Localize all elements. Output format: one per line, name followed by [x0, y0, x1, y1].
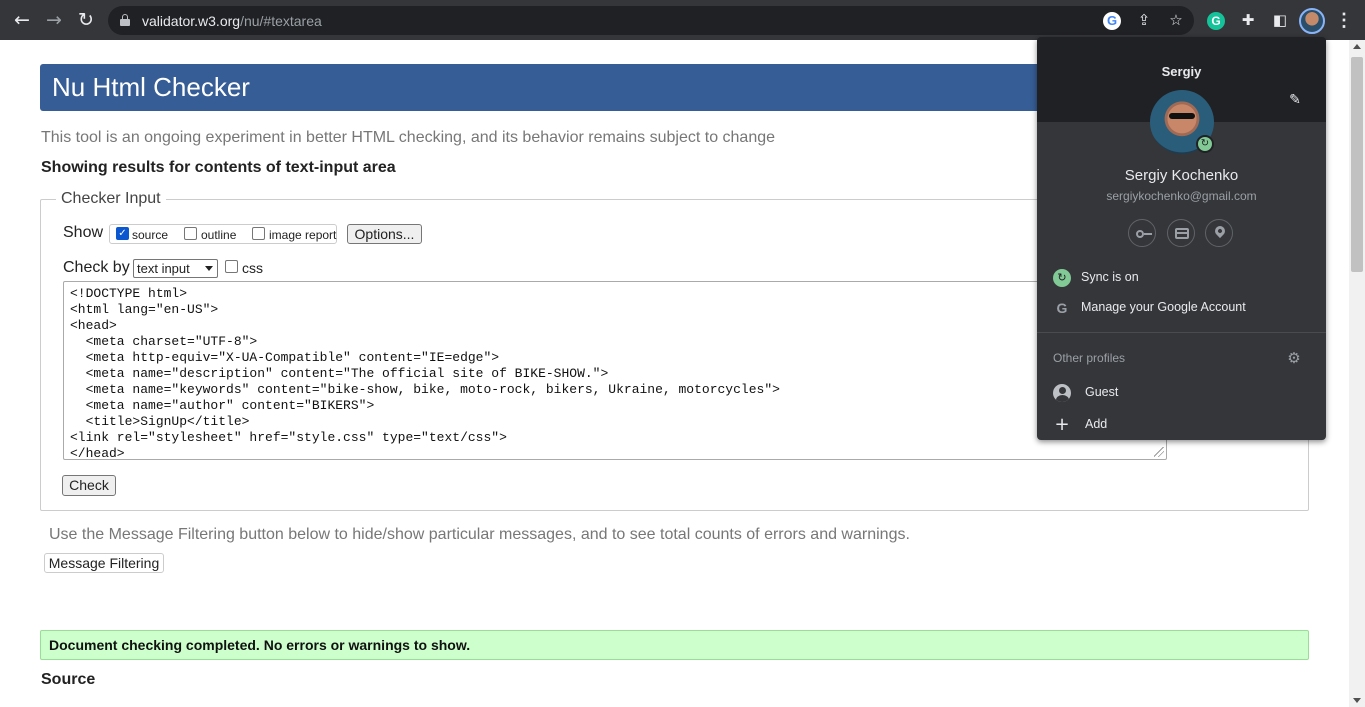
scroll-down-icon[interactable]	[1353, 698, 1361, 703]
success-message-box: Document checking completed. No errors o…	[40, 630, 1309, 660]
back-arrow-icon[interactable]: ←	[10, 8, 34, 32]
sync-label: Sync is on	[1081, 270, 1139, 284]
guest-label: Guest	[1085, 385, 1119, 399]
success-message: Document checking completed. No errors o…	[49, 637, 471, 653]
code-line: <head>	[70, 318, 117, 333]
google-icon: G	[1056, 300, 1068, 316]
options-button[interactable]: Options...	[347, 224, 422, 244]
grammarly-icon[interactable]: G	[1207, 12, 1225, 30]
resize-grip-icon[interactable]	[1154, 447, 1164, 457]
manage-account-label: Manage your Google Account	[1081, 300, 1246, 314]
css-checkbox[interactable]	[225, 260, 238, 273]
code-line: <meta http-equiv="X-UA-Compatible" conte…	[70, 350, 500, 365]
edit-icon[interactable]: ✎	[1287, 92, 1303, 108]
message-filtering-button[interactable]: Message Filtering	[44, 553, 164, 573]
code-line: <meta name="description" content="The of…	[70, 366, 609, 381]
add-profile-row[interactable]: + Add	[1037, 412, 1326, 438]
profile-full-name: Sergiy Kochenko	[1124, 167, 1239, 184]
results-heading: Showing results for contents of text-inp…	[41, 159, 396, 176]
code-line: <meta charset="UTF-8">	[70, 334, 258, 349]
code-line: <!DOCTYPE html>	[70, 286, 188, 301]
source-label[interactable]: source	[132, 228, 168, 242]
image-report-label[interactable]: image report	[269, 228, 336, 242]
sync-row[interactable]: ↻ Sync is on	[1037, 265, 1326, 291]
side-panel-icon[interactable]: ◧	[1270, 10, 1290, 30]
outline-checkbox[interactable]	[184, 227, 197, 240]
checker-input-legend: Checker Input	[56, 190, 166, 208]
intro-text: This tool is an ongoing experiment in be…	[41, 129, 776, 146]
other-profiles-label: Other profiles	[1053, 351, 1126, 365]
show-options-group: ✓ source outline image report	[109, 224, 337, 244]
sync-icon: ↻	[1053, 269, 1071, 287]
guest-avatar-icon	[1053, 384, 1071, 402]
location-pin-icon	[1212, 223, 1228, 239]
css-label[interactable]: css	[242, 260, 263, 276]
source-checkbox[interactable]: ✓	[116, 227, 129, 240]
url-text: validator.w3.org/nu/#textarea	[142, 13, 322, 29]
chevron-down-icon	[205, 266, 213, 271]
page-scrollbar[interactable]	[1349, 40, 1365, 707]
manage-account-row[interactable]: G Manage your Google Account	[1037, 295, 1326, 321]
profile-email: sergiykochenko@gmail.com	[1106, 189, 1257, 203]
credit-card-icon	[1175, 228, 1189, 239]
code-line: <meta name="author" content="BIKERS">	[70, 398, 375, 413]
add-label: Add	[1085, 417, 1108, 431]
gear-icon[interactable]: ⚙	[1286, 350, 1302, 366]
address-bar[interactable]: validator.w3.org/nu/#textarea G ⇪ ☆	[108, 6, 1194, 35]
google-icon[interactable]: G	[1103, 12, 1121, 30]
puzzle-icon[interactable]: ✚	[1238, 10, 1258, 30]
browser-toolbar: ← → ↻ validator.w3.org/nu/#textarea G ⇪ …	[0, 0, 1365, 40]
forward-arrow-icon[interactable]: →	[42, 8, 66, 32]
scroll-up-icon[interactable]	[1353, 44, 1361, 49]
payment-methods-button[interactable]	[1167, 219, 1195, 247]
image-report-checkbox[interactable]	[252, 227, 265, 240]
star-icon[interactable]: ☆	[1166, 10, 1186, 30]
key-icon	[1136, 230, 1152, 238]
show-label: Show	[63, 224, 104, 241]
guest-profile-row[interactable]: Guest	[1037, 380, 1326, 406]
profile-name: Sergiy	[1161, 64, 1202, 79]
passwords-button[interactable]	[1128, 219, 1156, 247]
reload-icon[interactable]: ↻	[74, 8, 98, 32]
scroll-thumb[interactable]	[1351, 57, 1363, 272]
addresses-button[interactable]	[1205, 219, 1233, 247]
share-icon[interactable]: ⇪	[1134, 10, 1154, 30]
filter-note: Use the Message Filtering button below t…	[49, 526, 910, 543]
url-host: validator.w3.org	[142, 13, 241, 29]
code-line: <title>SignUp</title>	[70, 414, 250, 429]
source-heading: Source	[41, 671, 96, 688]
kebab-menu-icon[interactable]: ⋮	[1335, 10, 1353, 30]
plus-icon: +	[1054, 414, 1070, 435]
profile-popup: Sergiy ✎ ↻ Sergiy Kochenko sergiykochenk…	[1037, 37, 1326, 440]
check-by-value: text input	[137, 261, 190, 276]
check-by-label: Check by	[63, 259, 130, 276]
code-line: <html lang="en-US">	[70, 302, 219, 317]
code-line: </head>	[70, 446, 125, 460]
code-line: <link rel="stylesheet" href="style.css" …	[70, 430, 507, 445]
check-button[interactable]: Check	[62, 475, 116, 496]
url-path: /nu/#textarea	[240, 13, 322, 29]
lock-icon[interactable]	[120, 14, 130, 26]
profile-avatar-button[interactable]	[1299, 8, 1325, 34]
code-line: <meta name="keywords" content="bike-show…	[70, 382, 780, 397]
divider	[1037, 332, 1326, 333]
sync-badge-icon: ↻	[1196, 135, 1214, 153]
source-textarea[interactable]: <!DOCTYPE html> <html lang="en-US"> <hea…	[63, 281, 1167, 460]
outline-label[interactable]: outline	[201, 228, 236, 242]
page-title: Nu Html Checker	[52, 72, 250, 102]
check-by-select[interactable]: text input	[133, 259, 218, 278]
